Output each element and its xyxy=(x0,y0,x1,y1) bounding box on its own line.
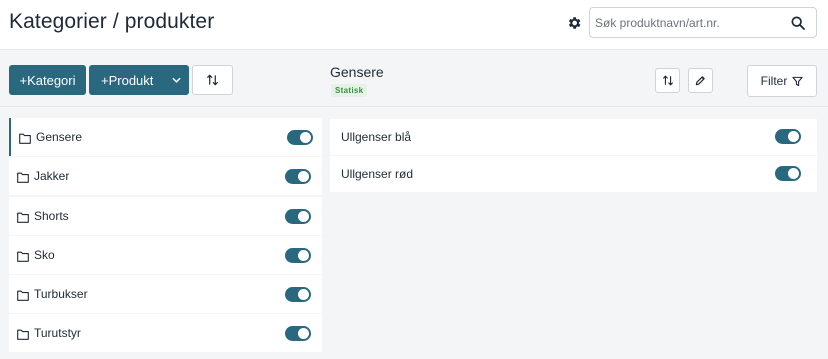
category-label: Sko xyxy=(34,247,55,262)
category-item[interactable]: Turutstyr xyxy=(9,314,322,353)
category-item[interactable]: Gensere xyxy=(9,118,322,156)
search-input[interactable] xyxy=(591,9,781,36)
category-label: Jakker xyxy=(34,169,70,184)
category-toggle[interactable] xyxy=(285,208,311,224)
sort-products-button[interactable] xyxy=(655,68,680,93)
category-toggle[interactable] xyxy=(285,287,311,303)
folder-icon xyxy=(17,288,29,302)
page-title: Kategorier / produkter xyxy=(9,10,215,33)
gear-icon[interactable] xyxy=(566,15,582,31)
product-item[interactable]: Ullgenser rød xyxy=(330,156,817,192)
selected-category-title: Gensere xyxy=(330,64,384,80)
search-box xyxy=(589,7,817,38)
product-item[interactable]: Ullgenser blå xyxy=(330,119,817,155)
product-toggle[interactable] xyxy=(775,166,801,181)
status-badge: Statisk xyxy=(331,84,368,97)
chevron-down-icon xyxy=(171,77,181,83)
pencil-icon xyxy=(695,76,705,86)
page-header: Kategorier / produkter xyxy=(0,0,828,50)
folder-icon xyxy=(17,249,29,262)
add-category-label: +Kategori xyxy=(19,72,76,88)
toolbar: +Kategori +Produkt Gensere Statisk Filte… xyxy=(0,51,828,107)
product-label: Ullgenser blå xyxy=(341,130,412,144)
category-toggle[interactable] xyxy=(285,169,311,185)
add-product-label: +Produkt xyxy=(101,72,154,88)
category-list: Gensere Jakker Shorts Sko Turbukser Turutstyr xyxy=(9,118,322,354)
folder-icon xyxy=(19,131,31,144)
category-label: Gensere xyxy=(36,130,83,144)
add-product-button[interactable]: +Produkt xyxy=(89,65,189,95)
category-item[interactable]: Sko xyxy=(9,235,322,274)
category-toggle[interactable] xyxy=(285,247,311,263)
product-label: Ullgenser rød xyxy=(341,167,414,181)
category-toggle[interactable] xyxy=(287,130,313,145)
category-label: Turutstyr xyxy=(34,326,81,341)
folder-icon xyxy=(17,327,29,341)
category-item[interactable]: Turbukser xyxy=(9,275,322,314)
filter-button[interactable]: Filter xyxy=(747,65,817,97)
add-product-dropdown[interactable] xyxy=(163,65,189,95)
search-icon[interactable] xyxy=(790,15,806,31)
folder-icon xyxy=(17,170,29,184)
edit-category-button[interactable] xyxy=(688,68,713,93)
category-item[interactable]: Shorts xyxy=(9,196,322,235)
add-category-button[interactable]: +Kategori xyxy=(9,65,86,95)
product-list: Ullgenser blå Ullgenser rød xyxy=(330,119,817,193)
category-item[interactable]: Jakker xyxy=(9,157,322,196)
sort-categories-button[interactable] xyxy=(192,65,233,95)
filter-label: Filter xyxy=(760,74,788,88)
product-toggle[interactable] xyxy=(775,129,801,144)
category-label: Shorts xyxy=(34,208,69,223)
category-label: Turbukser xyxy=(34,287,88,302)
folder-icon xyxy=(17,210,29,223)
funnel-icon xyxy=(792,76,803,86)
sort-arrows-icon xyxy=(206,74,219,86)
category-toggle[interactable] xyxy=(285,326,311,342)
sort-arrows-icon xyxy=(662,75,673,86)
